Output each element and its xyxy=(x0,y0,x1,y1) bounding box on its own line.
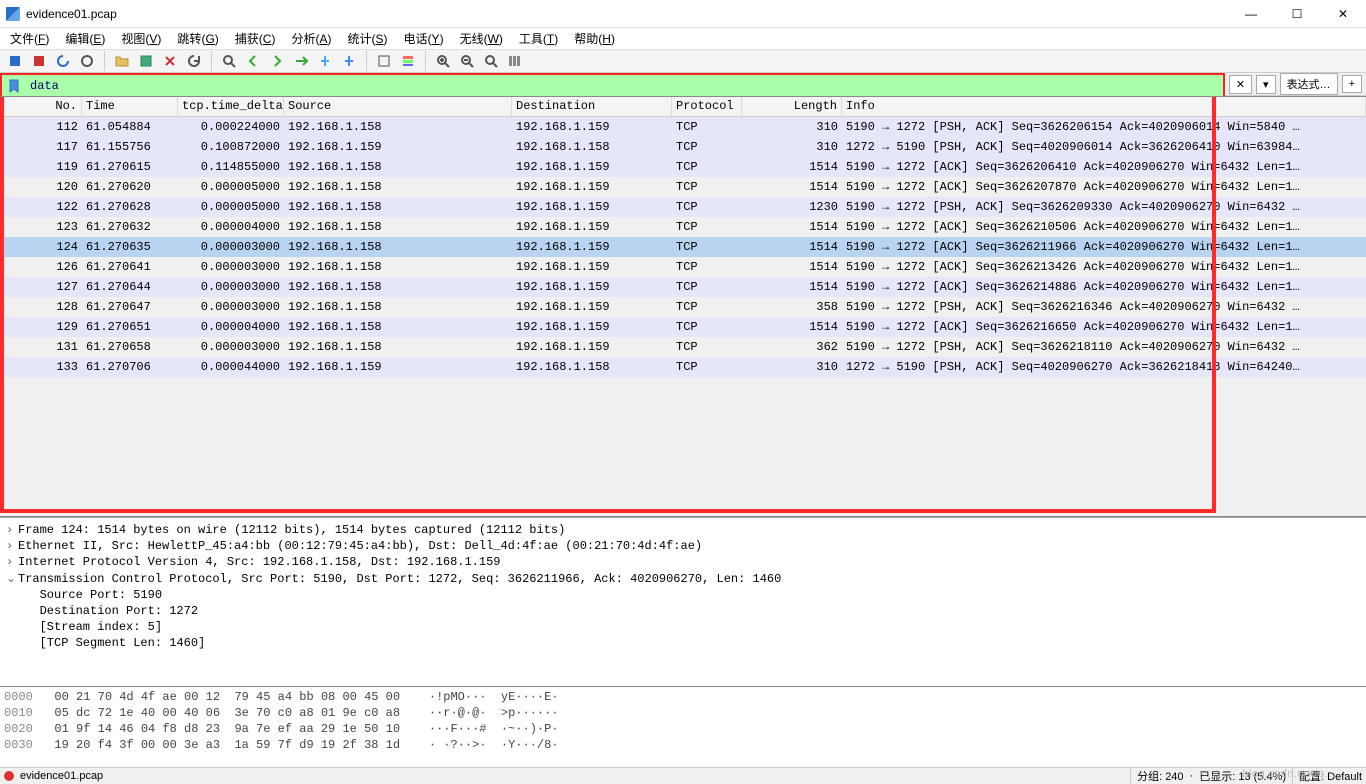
window-title: evidence01.pcap xyxy=(26,7,117,21)
toolbar-reload-icon[interactable] xyxy=(183,50,205,72)
column-header-source[interactable]: Source xyxy=(284,97,512,116)
packet-row[interactable]: 11761.1557560.100872000192.168.1.159192.… xyxy=(0,137,1366,157)
hex-line[interactable]: 0020 01 9f 14 46 04 f8 d8 23 9a 7e ef aa… xyxy=(4,721,1362,737)
toolbar-close-icon[interactable] xyxy=(159,50,181,72)
toolbar-first-icon[interactable] xyxy=(314,50,336,72)
filter-bookmark-icon[interactable] xyxy=(6,78,22,94)
packet-row[interactable]: 12061.2706200.000005000192.168.1.158192.… xyxy=(0,177,1366,197)
indent-spacer xyxy=(6,588,18,602)
filter-add-button[interactable]: + xyxy=(1342,75,1362,93)
menubar: 文件(F) 编辑(E) 视图(V) 跳转(G) 捕获(C) 分析(A) 统计(S… xyxy=(0,28,1366,50)
toolbar-stop-capture-icon[interactable] xyxy=(28,50,50,72)
chevron-right-icon[interactable]: › xyxy=(6,539,18,553)
status-packets: 分组: 240 xyxy=(1137,768,1183,784)
detail-line[interactable]: Source Port: 5190 xyxy=(2,587,1364,603)
menu-file[interactable]: 文件(F) xyxy=(4,28,55,49)
packet-row[interactable]: 11961.2706150.114855000192.168.1.158192.… xyxy=(0,157,1366,177)
toolbar-find-icon[interactable] xyxy=(218,50,240,72)
packet-row[interactable]: 12861.2706470.000003000192.168.1.158192.… xyxy=(0,297,1366,317)
packet-row[interactable]: 13361.2707060.000044000192.168.1.159192.… xyxy=(0,357,1366,377)
menu-help[interactable]: 帮助(H) xyxy=(568,28,621,49)
packet-list-body[interactable]: 11261.0548840.000224000192.168.1.158192.… xyxy=(0,117,1366,516)
detail-line[interactable]: [TCP Segment Len: 1460] xyxy=(2,635,1364,651)
display-filter-row: ✕ ▾ 表达式… + xyxy=(0,73,1366,97)
menu-stats[interactable]: 统计(S) xyxy=(342,28,394,49)
indent-spacer xyxy=(6,620,18,634)
minimize-button[interactable]: — xyxy=(1228,0,1274,28)
packet-row[interactable]: 12461.2706350.000003000192.168.1.158192.… xyxy=(0,237,1366,257)
titlebar: evidence01.pcap — ☐ ✕ xyxy=(0,0,1366,28)
filter-recent-dropdown[interactable]: ▾ xyxy=(1256,75,1276,94)
packet-row[interactable]: 13161.2706580.000003000192.168.1.158192.… xyxy=(0,337,1366,357)
filter-expression-button[interactable]: 表达式… xyxy=(1280,73,1338,95)
packet-list-headers: No. Time tcp.time_delta Source Destinati… xyxy=(0,97,1366,117)
detail-line[interactable]: ›Ethernet II, Src: HewlettP_45:a4:bb (00… xyxy=(2,538,1364,554)
detail-line[interactable]: ⌄Transmission Control Protocol, Src Port… xyxy=(2,570,1364,587)
close-button[interactable]: ✕ xyxy=(1320,0,1366,28)
column-header-length[interactable]: Length xyxy=(742,97,842,116)
statusbar: evidence01.pcap 分组: 240 · 已显示: 13 (5.4%)… xyxy=(0,767,1366,784)
toolbar-zoom-out-icon[interactable] xyxy=(456,50,478,72)
detail-line[interactable]: ›Internet Protocol Version 4, Src: 192.1… xyxy=(2,554,1364,570)
indent-spacer xyxy=(6,604,18,618)
packet-row[interactable]: 11261.0548840.000224000192.168.1.158192.… xyxy=(0,117,1366,137)
chevron-right-icon[interactable]: › xyxy=(6,555,18,569)
status-displayed: 已显示: 13 (5.4%) xyxy=(1199,768,1286,784)
packet-row[interactable]: 12361.2706320.000004000192.168.1.158192.… xyxy=(0,217,1366,237)
toolbar-prev-icon[interactable] xyxy=(242,50,264,72)
menu-go[interactable]: 跳转(G) xyxy=(171,28,224,49)
column-header-delta[interactable]: tcp.time_delta xyxy=(178,97,284,116)
chevron-right-icon[interactable]: › xyxy=(6,523,18,537)
packet-details-pane[interactable]: ›Frame 124: 1514 bytes on wire (12112 bi… xyxy=(0,517,1366,687)
menu-edit[interactable]: 编辑(E) xyxy=(59,28,111,49)
packet-row[interactable]: 12761.2706440.000003000192.168.1.158192.… xyxy=(0,277,1366,297)
hex-line[interactable]: 0010 05 dc 72 1e 40 00 40 06 3e 70 c0 a8… xyxy=(4,705,1362,721)
menu-view[interactable]: 视图(V) xyxy=(115,28,167,49)
menu-wireless[interactable]: 无线(W) xyxy=(454,28,509,49)
menu-analyze[interactable]: 分析(A) xyxy=(285,28,337,49)
detail-line[interactable]: Destination Port: 1272 xyxy=(2,603,1364,619)
maximize-button[interactable]: ☐ xyxy=(1274,0,1320,28)
packet-bytes-pane[interactable]: 0000 00 21 70 4d 4f ae 00 12 79 45 a4 bb… xyxy=(0,687,1366,767)
toolbar-last-icon[interactable] xyxy=(338,50,360,72)
chevron-down-icon[interactable]: ⌄ xyxy=(6,571,18,586)
expert-info-icon[interactable] xyxy=(4,771,14,781)
column-header-info[interactable]: Info xyxy=(842,97,1366,116)
hex-line[interactable]: 0000 00 21 70 4d 4f ae 00 12 79 45 a4 bb… xyxy=(4,689,1362,705)
hex-line[interactable]: 0030 19 20 f4 3f 00 00 3e a3 1a 59 7f d9… xyxy=(4,737,1362,753)
indent-spacer xyxy=(6,636,18,650)
toolbar-resize-columns-icon[interactable] xyxy=(504,50,526,72)
column-header-no[interactable]: No. xyxy=(0,97,82,116)
toolbar-next-icon[interactable] xyxy=(266,50,288,72)
main-toolbar xyxy=(0,50,1366,73)
display-filter-input[interactable] xyxy=(26,77,1223,95)
column-header-time[interactable]: Time xyxy=(82,97,178,116)
toolbar-save-icon[interactable] xyxy=(135,50,157,72)
column-header-protocol[interactable]: Protocol xyxy=(672,97,742,116)
toolbar-colorize-icon[interactable] xyxy=(397,50,419,72)
packet-list-pane: No. Time tcp.time_delta Source Destinati… xyxy=(0,97,1366,517)
status-file: evidence01.pcap xyxy=(20,770,103,782)
toolbar-zoom-reset-icon[interactable] xyxy=(480,50,502,72)
toolbar-open-file-icon[interactable] xyxy=(111,50,133,72)
app-logo-icon xyxy=(6,7,20,21)
toolbar-goto-icon[interactable] xyxy=(290,50,312,72)
detail-line[interactable]: [Stream index: 5] xyxy=(2,619,1364,635)
menu-tools[interactable]: 工具(T) xyxy=(513,28,564,49)
status-profile[interactable]: 配置: Default xyxy=(1299,768,1362,784)
packet-row[interactable]: 12661.2706410.000003000192.168.1.158192.… xyxy=(0,257,1366,277)
filter-clear-icon[interactable]: ✕ xyxy=(1229,75,1252,94)
column-header-destination[interactable]: Destination xyxy=(512,97,672,116)
toolbar-autoscroll-icon[interactable] xyxy=(373,50,395,72)
menu-telephony[interactable]: 电话(Y) xyxy=(398,28,450,49)
detail-line[interactable]: ›Frame 124: 1514 bytes on wire (12112 bi… xyxy=(2,522,1364,538)
packet-row[interactable]: 12261.2706280.000005000192.168.1.158192.… xyxy=(0,197,1366,217)
toolbar-start-capture-icon[interactable] xyxy=(4,50,26,72)
toolbar-options-icon[interactable] xyxy=(76,50,98,72)
toolbar-zoom-in-icon[interactable] xyxy=(432,50,454,72)
menu-capture[interactable]: 捕获(C) xyxy=(229,28,282,49)
packet-row[interactable]: 12961.2706510.000004000192.168.1.158192.… xyxy=(0,317,1366,337)
toolbar-restart-capture-icon[interactable] xyxy=(52,50,74,72)
display-filter-wrap xyxy=(0,73,1225,96)
